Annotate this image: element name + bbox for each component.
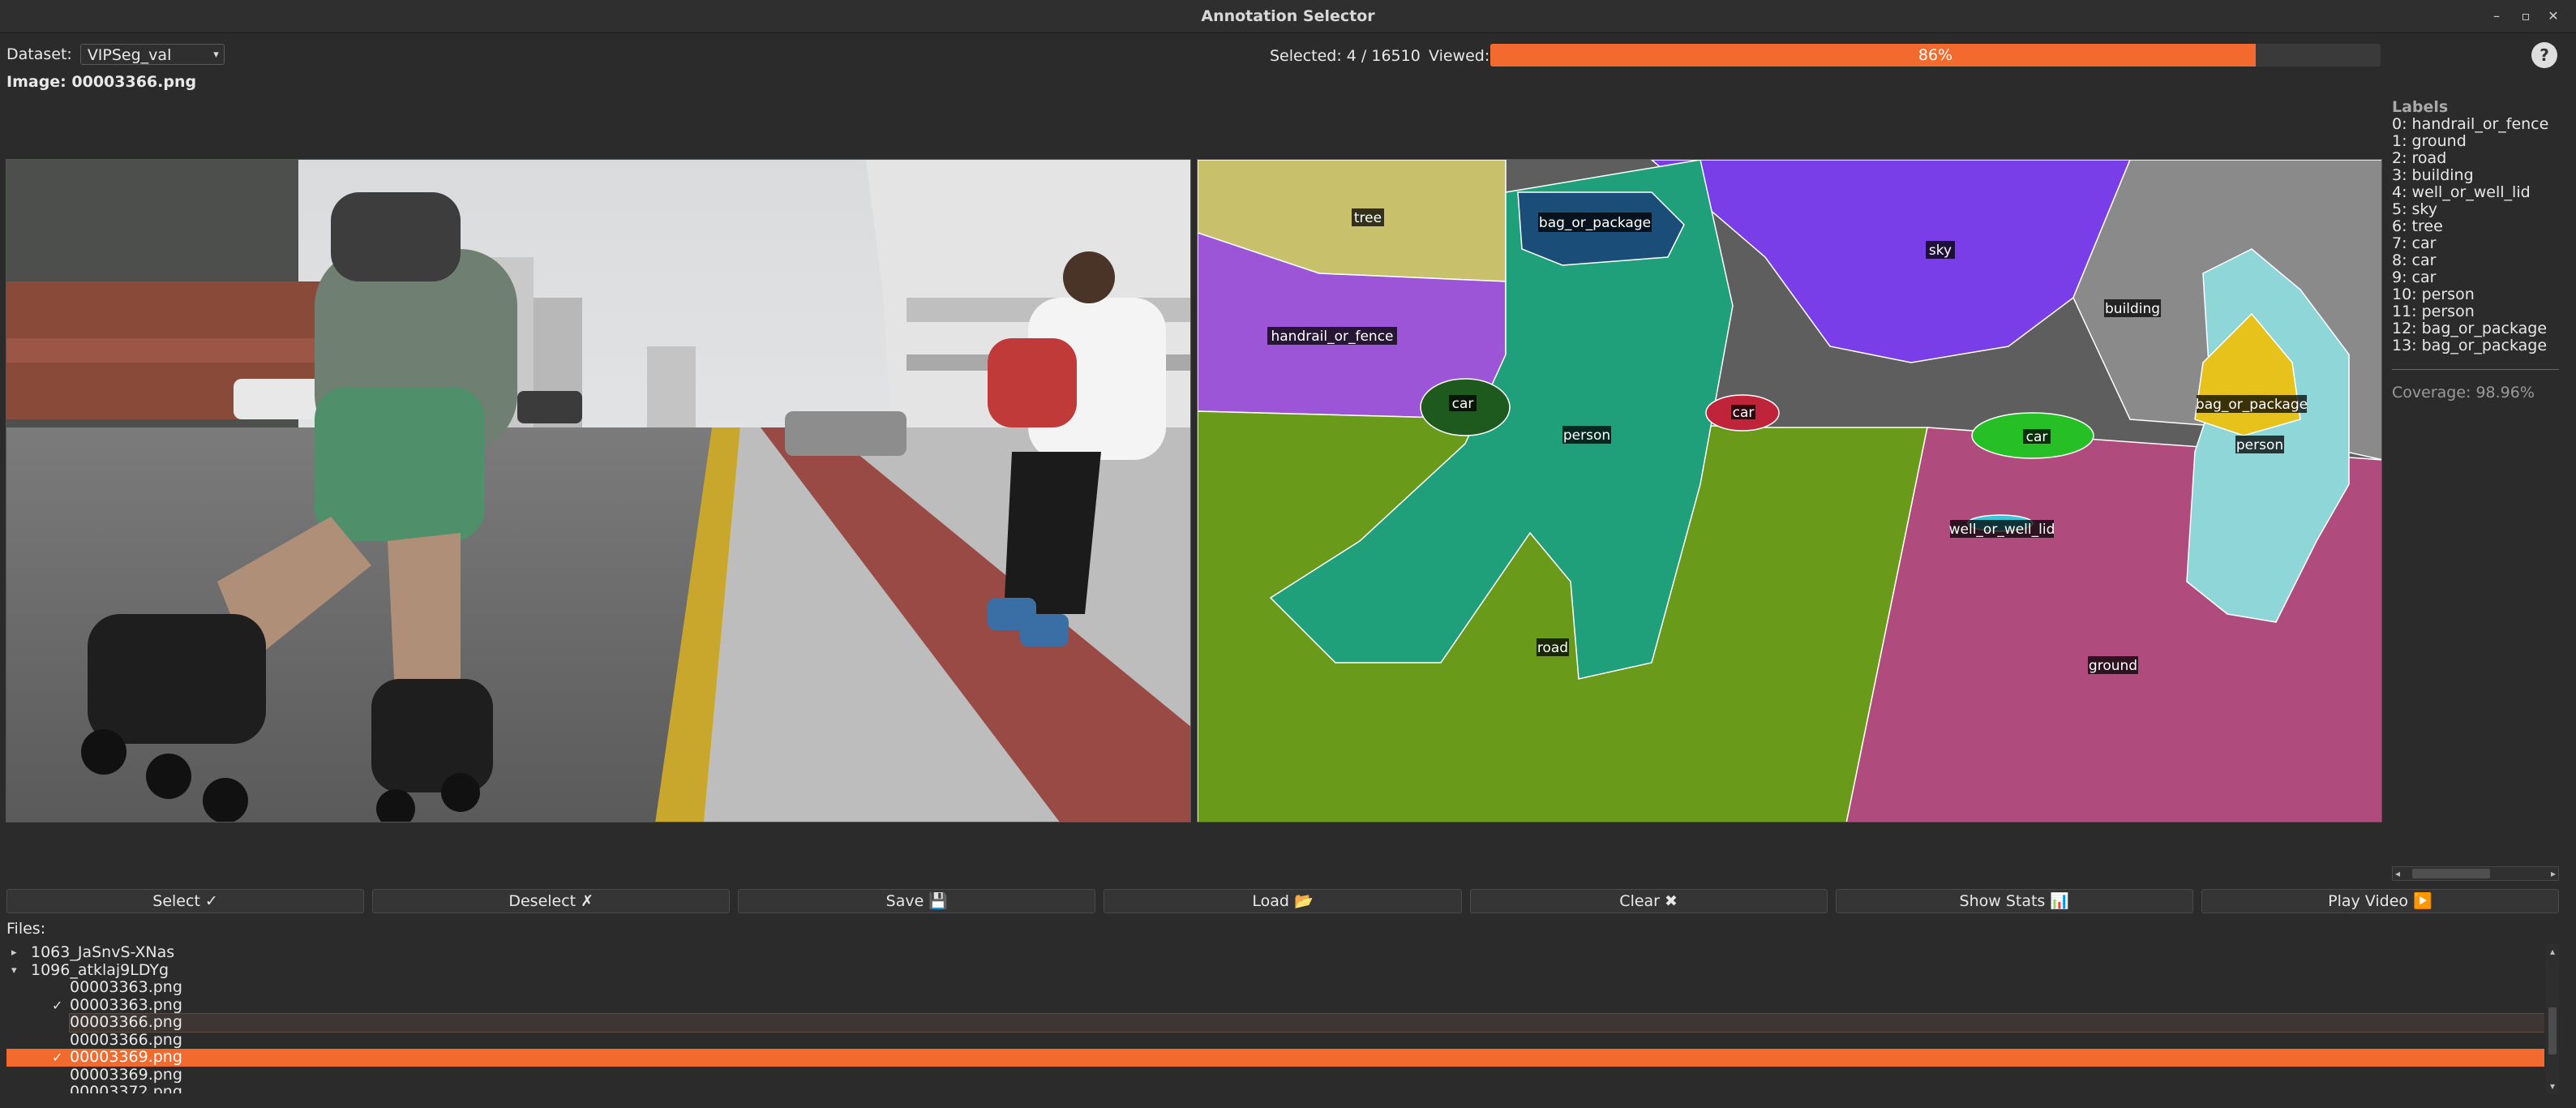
- close-icon[interactable]: ✕: [2544, 0, 2562, 32]
- legend-divider: [2392, 369, 2559, 370]
- window-titlebar: Annotation Selector: [0, 0, 2576, 33]
- tag-bag-2: bag_or_package: [2196, 397, 2308, 413]
- file-name: 00003366.png: [70, 1030, 182, 1049]
- chevron-right-icon[interactable]: ▸: [11, 944, 17, 962]
- legend-item: 11: person: [2392, 303, 2475, 320]
- select-button[interactable]: Select ✓: [6, 889, 365, 913]
- dataset-label: Dataset:: [6, 45, 72, 63]
- file-row[interactable]: 00003372.png: [6, 1083, 2544, 1093]
- tag-well: well_or_well_lid: [1949, 522, 2055, 538]
- scroll-down-icon[interactable]: ▾: [2546, 1080, 2559, 1092]
- original-image: [6, 160, 1190, 822]
- tag-road: road: [1537, 640, 1568, 656]
- help-button[interactable]: ?: [2531, 42, 2557, 68]
- folder-name: 1063_JaSnvS-XNas: [31, 944, 175, 961]
- progress-text: 86%: [1918, 46, 1953, 64]
- legend-item: 10: person: [2392, 286, 2475, 303]
- scroll-up-icon[interactable]: ▴: [2546, 946, 2559, 957]
- original-image-panel: [6, 159, 1191, 822]
- annotation-image-panel: tree bag_or_package sky building handrai…: [1197, 159, 2382, 822]
- tag-car-3: car: [2026, 429, 2048, 445]
- clear-button[interactable]: Clear ✖: [1469, 889, 1828, 913]
- segmentation-mask: tree bag_or_package sky building handrai…: [1198, 160, 2381, 822]
- minimize-icon[interactable]: –: [2488, 0, 2505, 32]
- file-name: 00003363.png: [70, 995, 182, 1014]
- file-name: 00003369.png: [70, 1048, 182, 1066]
- scrollbar-thumb[interactable]: [2548, 1007, 2557, 1054]
- file-name: 00003372.png: [70, 1083, 182, 1093]
- legend-item: 1: ground: [2392, 132, 2467, 150]
- dataset-value: VIPSeg_val: [87, 46, 172, 64]
- folder-row[interactable]: ▾ 1096_atklaj9LDYg: [6, 960, 2544, 980]
- file-name: 00003366.png: [69, 1013, 2544, 1033]
- tag-bag-1: bag_or_package: [1539, 215, 1651, 231]
- file-tree-scrollbar[interactable]: ▴ ▾: [2546, 944, 2559, 1093]
- legend-item: 9: car: [2392, 268, 2437, 286]
- image-name: Image: 00003366.png: [6, 73, 197, 91]
- file-name: 00003369.png: [70, 1065, 182, 1084]
- deselect-button[interactable]: Deselect ✗: [372, 889, 731, 913]
- file-row[interactable]: ✓ 00003363.png: [6, 995, 2544, 1015]
- file-row-current[interactable]: 00003366.png: [6, 1013, 2544, 1033]
- play-video-button[interactable]: Play Video ▶️: [2201, 889, 2559, 913]
- chevron-down-icon: ▾: [213, 49, 219, 61]
- file-row[interactable]: 00003369.png: [6, 1065, 2544, 1084]
- scroll-right-icon[interactable]: ▸: [2551, 867, 2556, 880]
- tag-ground: ground: [2089, 658, 2137, 674]
- dataset-row: Dataset: VIPSeg_val ▾: [6, 42, 225, 67]
- legend-item: 3: building: [2392, 166, 2474, 184]
- legend-item: 5: sky: [2392, 200, 2437, 218]
- coverage-text: Coverage: 98.96%: [2392, 384, 2535, 402]
- legend-title: Labels: [2392, 98, 2449, 116]
- legend-item: 6: tree: [2392, 217, 2443, 235]
- legend-item: 8: car: [2392, 251, 2437, 269]
- legend-item: 7: car: [2392, 234, 2437, 252]
- selected-count: Selected: 4 / 16510: [1270, 47, 1421, 65]
- load-button[interactable]: Load 📂: [1104, 889, 1462, 913]
- action-buttons: Select ✓ Deselect ✗ Save 💾 Load 📂 Clear …: [6, 889, 2559, 913]
- file-name: 00003363.png: [70, 978, 182, 996]
- maximize-icon[interactable]: ▫: [2517, 0, 2535, 32]
- viewed-progress-bar: 86%: [1490, 44, 2381, 67]
- chevron-down-icon[interactable]: ▾: [11, 962, 17, 980]
- window-title: Annotation Selector: [1201, 7, 1375, 25]
- tag-building: building: [2105, 301, 2160, 317]
- legend-horizontal-scrollbar[interactable]: ◂ ▸: [2392, 866, 2559, 881]
- file-row-selected[interactable]: ✓ 00003369.png: [6, 1048, 2544, 1067]
- legend-item: 2: road: [2392, 149, 2447, 167]
- dataset-dropdown[interactable]: VIPSeg_val ▾: [79, 44, 225, 65]
- files-label: Files:: [6, 920, 46, 938]
- scrollbar-thumb[interactable]: [2412, 869, 2490, 878]
- file-row[interactable]: 00003366.png: [6, 1030, 2544, 1050]
- legend-item: 4: well_or_well_lid: [2392, 183, 2531, 201]
- tag-sky: sky: [1929, 243, 1952, 259]
- tag-car-1: car: [1452, 396, 1474, 412]
- file-tree: ▸ 1063_JaSnvS-XNas ▾ 1096_atklaj9LDYg 00…: [6, 944, 2544, 1093]
- tag-person-1: person: [1563, 427, 1610, 444]
- folder-name: 1096_atklaj9LDYg: [31, 960, 169, 979]
- tag-tree: tree: [1354, 210, 1382, 226]
- check-icon[interactable]: ✓: [52, 1049, 62, 1067]
- show-stats-button[interactable]: Show Stats 📊: [1835, 889, 2193, 913]
- viewed-label: Viewed:: [1429, 47, 1490, 65]
- legend-item: 13: bag_or_package: [2392, 337, 2548, 354]
- labels-legend: Labels 0: handrail_or_fence 1: ground 2:…: [2392, 99, 2559, 402]
- scroll-left-icon[interactable]: ◂: [2395, 867, 2400, 880]
- check-icon[interactable]: ✓: [52, 997, 62, 1015]
- tag-car-2: car: [1733, 405, 1755, 421]
- tag-person-2: person: [2236, 437, 2283, 453]
- folder-row[interactable]: ▸ 1063_JaSnvS-XNas: [6, 944, 2544, 962]
- save-button[interactable]: Save 💾: [738, 889, 1096, 913]
- file-row[interactable]: 00003363.png: [6, 978, 2544, 997]
- tag-handrail: handrail_or_fence: [1271, 329, 1393, 345]
- legend-item: 0: handrail_or_fence: [2392, 115, 2549, 133]
- legend-item: 12: bag_or_package: [2392, 320, 2548, 337]
